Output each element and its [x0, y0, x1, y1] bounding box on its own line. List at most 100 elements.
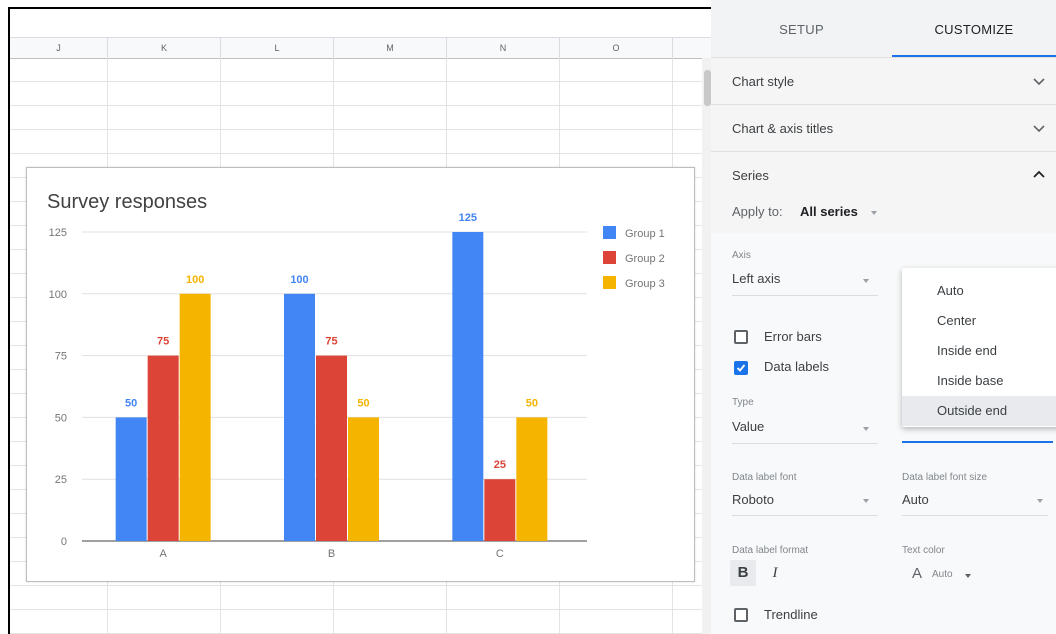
trendline-label: Trendline: [764, 607, 818, 622]
italic-button[interactable]: I: [762, 560, 788, 586]
position-option-inside-end[interactable]: Inside end: [902, 336, 1056, 366]
legend-swatch: [603, 251, 616, 264]
legend-swatch: [603, 276, 616, 289]
data-label: 75: [157, 336, 169, 348]
bar: [179, 293, 211, 541]
data-label: 25: [494, 459, 506, 471]
text-color-value[interactable]: Auto: [932, 569, 953, 580]
data-label: 75: [325, 336, 337, 348]
legend-swatch: [603, 226, 616, 239]
position-option-outside-end[interactable]: Outside end: [902, 396, 1056, 426]
dropdown-arrow-icon: [965, 574, 971, 578]
section-chart-axis-titles[interactable]: Chart & axis titles: [711, 104, 1056, 152]
sheets-app: J K L M N O Survey responses 0 25 50 75 100 1…: [0, 0, 1056, 634]
dropdown-arrow-icon: [863, 427, 869, 431]
error-bars-label: Error bars: [764, 329, 822, 344]
bar: [284, 293, 315, 541]
embedded-chart[interactable]: Survey responses 0 25 50 75 100 125 50 75 100 10…: [26, 167, 695, 582]
scrollbar-thumb[interactable]: [704, 70, 711, 106]
y-tick-label: 125: [49, 227, 67, 239]
tab-setup[interactable]: SETUP: [711, 0, 892, 57]
bar: [484, 479, 516, 541]
data-labels-label: Data labels: [764, 359, 830, 374]
legend-item-label: Group 1: [625, 228, 665, 240]
y-tick-label: 75: [55, 351, 67, 363]
y-tick-label: 100: [49, 289, 67, 301]
position-option-inside-base[interactable]: Inside base: [902, 366, 1056, 396]
dropdown-arrow-icon: [1037, 499, 1043, 503]
column-header-m[interactable]: M: [334, 38, 447, 58]
chart-title: Survey responses: [47, 191, 207, 213]
section-chart-style[interactable]: Chart style: [711, 57, 1056, 105]
legend-item-label: Group 2: [625, 253, 665, 265]
apply-to-label: Apply to:: [732, 204, 783, 219]
apply-to-select[interactable]: All series: [800, 204, 858, 219]
chevron-down-icon: [1033, 78, 1045, 86]
bold-button[interactable]: B: [730, 560, 756, 586]
font-select[interactable]: Roboto: [732, 492, 774, 507]
bar: [316, 355, 347, 541]
error-bars-checkbox[interactable]: [734, 330, 748, 344]
section-chart-style-label: Chart style: [732, 74, 795, 89]
column-header-n[interactable]: N: [447, 38, 560, 58]
bar: [115, 417, 147, 541]
trendline-checkbox[interactable]: [734, 608, 748, 622]
label-position-menu[interactable]: Auto Center Inside end Inside base Outsi…: [902, 268, 1056, 427]
bar: [452, 232, 484, 541]
font-label: Data label font: [732, 472, 797, 483]
position-option-center[interactable]: Center: [902, 306, 1056, 336]
dropdown-arrow-icon: [871, 211, 877, 215]
data-labels-checkbox[interactable]: [734, 361, 748, 375]
data-label: 125: [459, 212, 477, 224]
editor-tabs: SETUP CUSTOMIZE: [711, 0, 1056, 57]
tab-customize[interactable]: CUSTOMIZE: [892, 0, 1056, 57]
bar: [147, 355, 179, 541]
text-color-label: Text color: [902, 545, 945, 556]
chart-svg: Survey responses 0 25 50 75 100 125 50 75 100 10…: [47, 191, 665, 560]
position-option-auto[interactable]: Auto: [902, 276, 1056, 306]
legend-item-label: Group 3: [625, 278, 665, 290]
chevron-down-icon: [1033, 125, 1045, 133]
chevron-up-icon: [1033, 170, 1045, 178]
x-tick-label: C: [496, 548, 504, 560]
bar: [516, 417, 548, 541]
type-label: Type: [732, 397, 754, 408]
bar: [348, 417, 379, 541]
chart-x-ticks: A B C: [159, 548, 503, 560]
axis-select[interactable]: Left axis: [732, 271, 780, 286]
column-header-j[interactable]: J: [10, 38, 108, 58]
font-size-label: Data label font size: [902, 472, 988, 483]
x-tick-label: A: [159, 548, 167, 560]
data-label: 50: [357, 397, 369, 409]
checkmark-icon: [736, 364, 746, 372]
section-titles-label: Chart & axis titles: [732, 121, 834, 136]
data-label: 50: [125, 397, 137, 409]
column-header-o[interactable]: O: [560, 38, 673, 58]
y-tick-label: 0: [61, 536, 67, 548]
position-select-underline: [902, 441, 1053, 443]
text-color-glyph[interactable]: A: [912, 565, 922, 582]
type-underline: [732, 443, 878, 444]
axis-label: Axis: [732, 250, 751, 261]
section-series-header[interactable]: Series: [711, 151, 1056, 199]
chart-editor-panel: SETUP CUSTOMIZE Chart style Chart & axis…: [711, 0, 1056, 634]
x-tick-label: B: [328, 548, 335, 560]
column-header-row: J K L M N O: [10, 37, 713, 59]
format-label: Data label format: [732, 545, 809, 556]
font-size-select[interactable]: Auto: [902, 492, 929, 507]
y-tick-label: 50: [55, 412, 67, 424]
dropdown-arrow-icon: [863, 279, 869, 283]
column-header-k[interactable]: K: [108, 38, 221, 58]
axis-underline: [732, 295, 878, 296]
type-select[interactable]: Value: [732, 419, 764, 434]
data-label: 100: [290, 274, 308, 286]
section-series-label: Series: [732, 168, 769, 183]
font-underline: [732, 515, 878, 516]
font-size-underline: [902, 515, 1048, 516]
dropdown-arrow-icon: [863, 499, 869, 503]
column-header-l[interactable]: L: [221, 38, 334, 58]
chart-legend: Group 1 Group 2 Group 3: [603, 226, 665, 290]
data-label: 100: [186, 274, 204, 286]
chart-bars: [115, 232, 548, 541]
y-tick-label: 25: [55, 474, 67, 486]
